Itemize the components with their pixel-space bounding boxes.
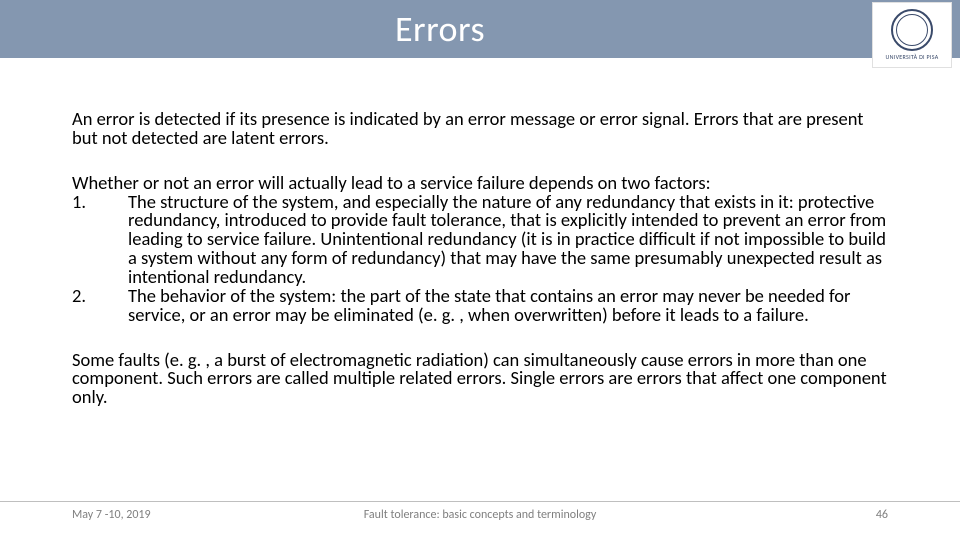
- slide-body: An error is detected if its presence is …: [72, 110, 888, 433]
- list-item: 1. The structure of the system, and espe…: [72, 193, 888, 287]
- slide: Errors UNIVERSITÀ DI PISA An error is de…: [0, 0, 960, 540]
- university-logo: UNIVERSITÀ DI PISA: [872, 2, 952, 68]
- list-number: 1.: [72, 193, 128, 287]
- list-number: 2.: [72, 287, 128, 325]
- list-text: The structure of the system, and especia…: [128, 193, 888, 287]
- factors-list: 1. The structure of the system, and espe…: [72, 193, 888, 325]
- slide-title: Errors: [395, 7, 485, 51]
- paragraph-3: Some faults (e. g. , a burst of electrom…: [72, 351, 888, 408]
- list-text: The behavior of the system: the part of …: [128, 287, 888, 325]
- slide-footer: May 7 -10, 2019 Fault tolerance: basic c…: [0, 501, 960, 522]
- footer-date: May 7 -10, 2019: [72, 508, 151, 522]
- title-bar: Errors: [0, 0, 960, 58]
- logo-caption: UNIVERSITÀ DI PISA: [885, 53, 938, 61]
- list-item: 2. The behavior of the system: the part …: [72, 287, 888, 325]
- footer-page-number: 46: [876, 508, 888, 522]
- paragraph-1: An error is detected if its presence is …: [72, 110, 888, 148]
- seal-icon: [891, 9, 933, 51]
